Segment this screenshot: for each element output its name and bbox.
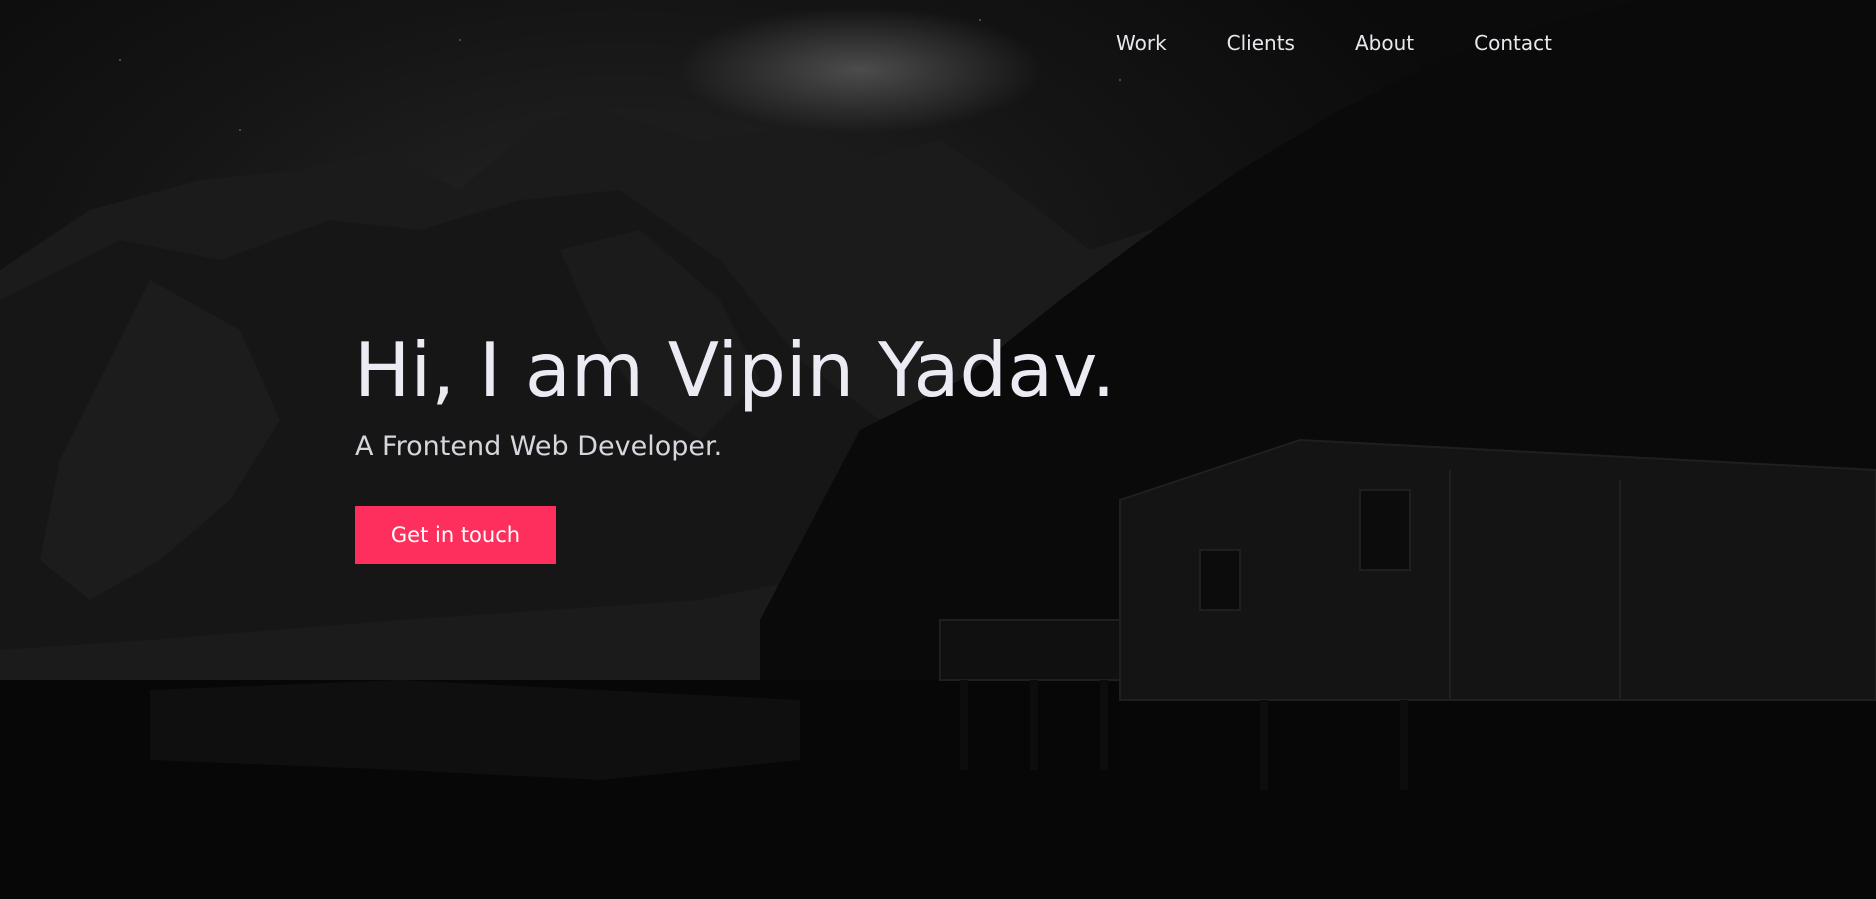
nav-link-contact[interactable]: Contact	[1474, 28, 1552, 58]
hero-headline: Hi, I am Vipin Yadav.	[354, 326, 1116, 414]
nav-link-work[interactable]: Work	[1116, 28, 1167, 58]
nav-link-about[interactable]: About	[1355, 28, 1414, 58]
hero-subheadline: A Frontend Web Developer.	[355, 431, 723, 462]
main-nav: Work Clients About Contact	[1116, 28, 1552, 58]
background-landscape-image	[0, 0, 1876, 899]
hero-section: Work Clients About Contact Hi, I am Vipi…	[0, 0, 1876, 899]
get-in-touch-button[interactable]: Get in touch	[355, 506, 556, 564]
nav-link-clients[interactable]: Clients	[1227, 28, 1295, 58]
